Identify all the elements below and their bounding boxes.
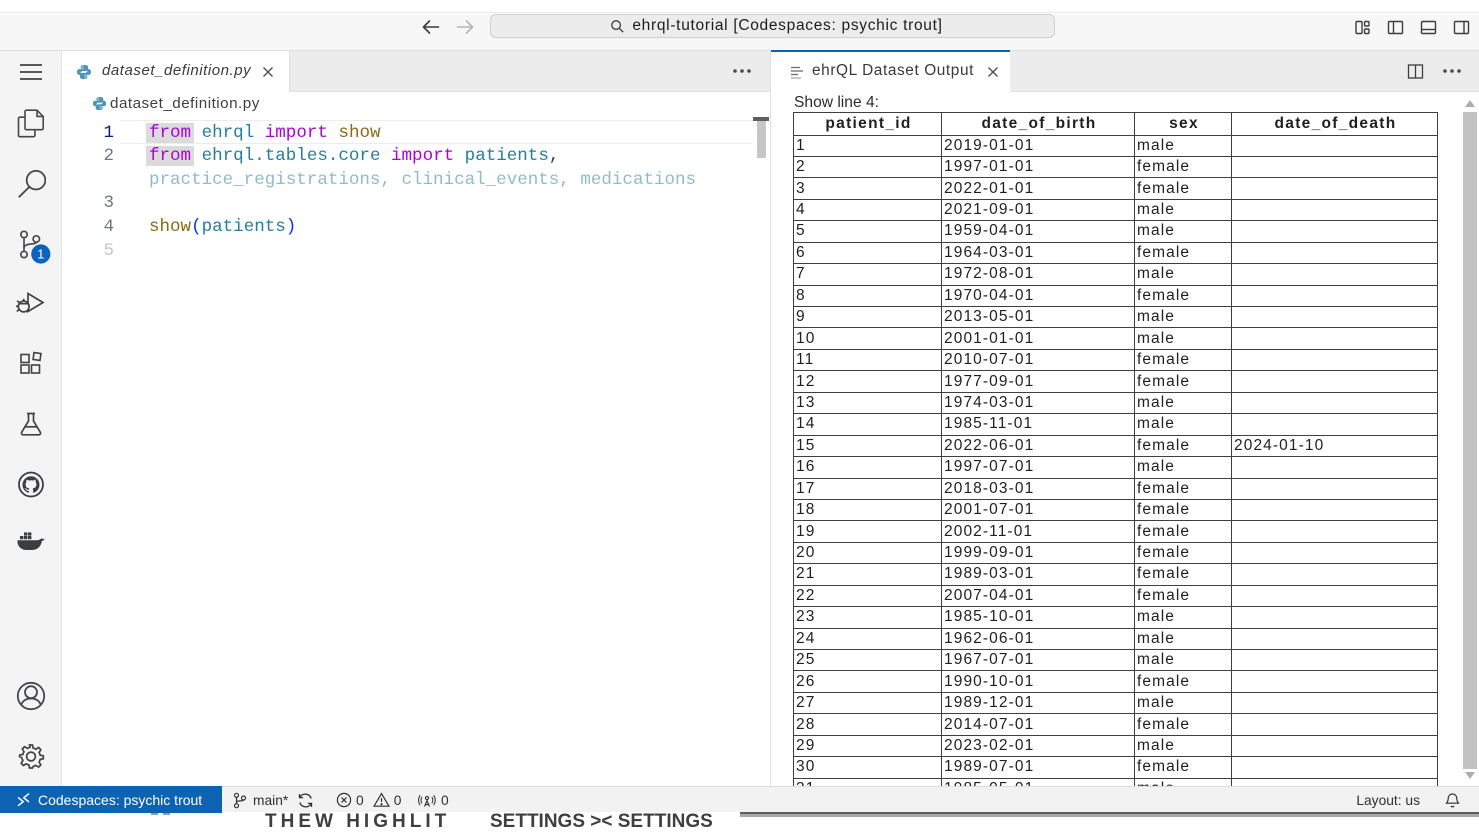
svg-text:1: 1 [37,247,44,262]
